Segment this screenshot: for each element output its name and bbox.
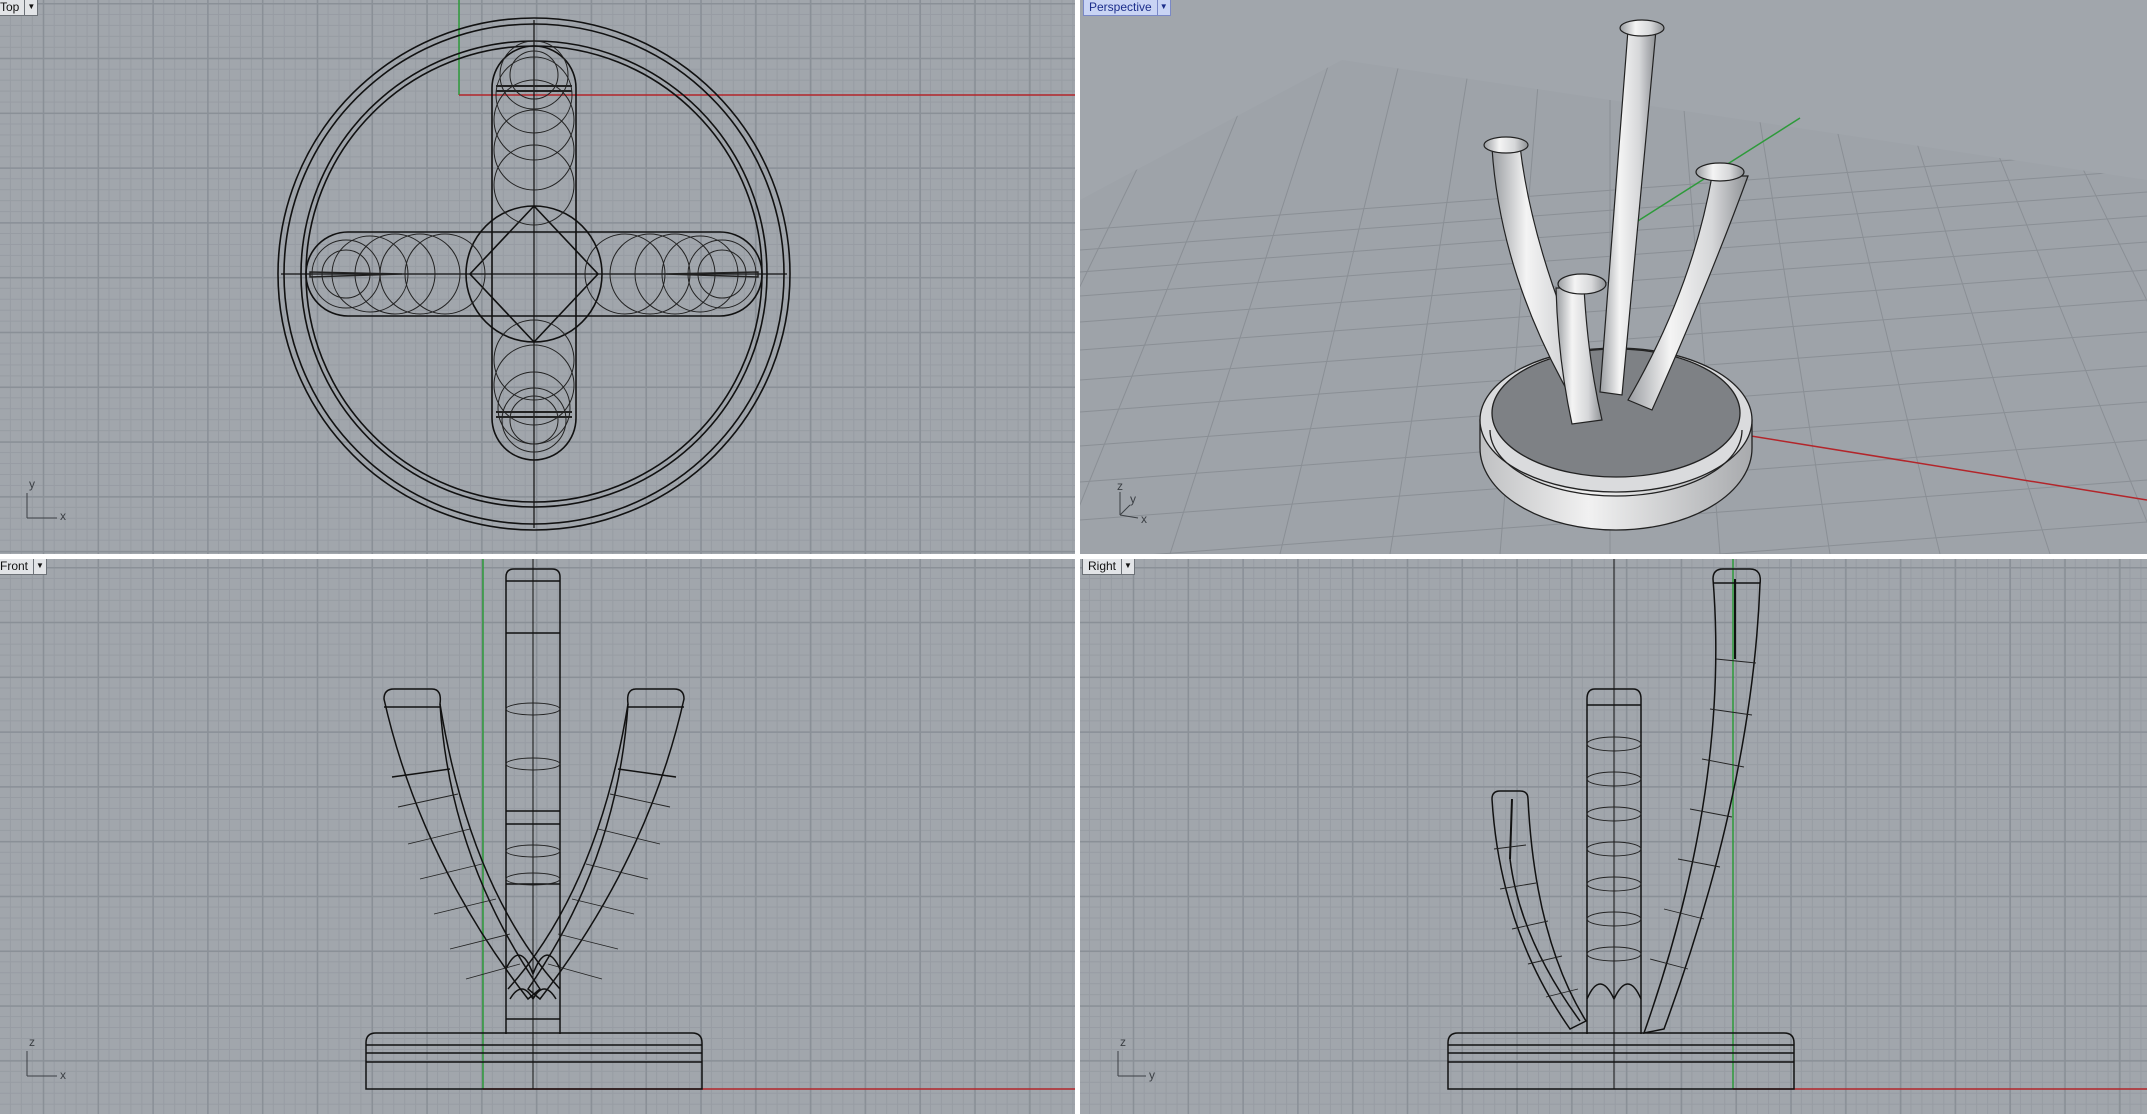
viewport-tab-top[interactable]: Top ▼ [0, 0, 39, 16]
viewport-right[interactable]: z y Right ▼ [1080, 559, 2147, 1114]
viewport-top[interactable]: y x Top ▼ [0, 0, 1075, 554]
top-axis-y-label: y [29, 477, 35, 491]
right-axis-icon [1117, 1051, 1146, 1077]
viewport-title-top: Top [0, 0, 20, 14]
perspective-axis-z-label: z [1117, 479, 1123, 493]
viewport-tab-perspective[interactable]: Perspective ▼ [1083, 0, 1171, 16]
perspective-view-drawing: z y x [1080, 19, 2147, 554]
chevron-down-icon[interactable]: ▼ [24, 0, 37, 15]
viewport-tab-right[interactable]: Right ▼ [1082, 559, 1136, 575]
perspective-axis-x-label: x [1141, 512, 1147, 526]
perspective-axis-y-label: y [1130, 492, 1136, 506]
viewport-front[interactable]: z x Front ▼ [0, 559, 1075, 1114]
front-axis-x-label: x [60, 1068, 66, 1082]
viewport-title-right: Right [1088, 559, 1117, 573]
front-axis-z-label: z [29, 1035, 35, 1049]
top-axis-x-label: x [60, 509, 66, 523]
stand-right-sections [1493, 658, 1757, 998]
chevron-down-icon[interactable]: ▼ [1121, 559, 1134, 574]
top-axis-icon [26, 493, 57, 519]
chevron-down-icon[interactable]: ▼ [33, 559, 46, 574]
viewport-title-front: Front [0, 559, 29, 573]
viewport-title-perspective: Perspective [1089, 0, 1152, 14]
front-axis-icon [26, 1051, 57, 1077]
viewport-tab-front[interactable]: Front ▼ [0, 559, 48, 575]
right-axis-z-label: z [1120, 1035, 1126, 1049]
stand-right-outline [1447, 559, 1795, 1090]
chevron-down-icon[interactable]: ▼ [1156, 0, 1170, 15]
viewport-perspective[interactable]: z y x Perspective ▼ [1080, 0, 2147, 554]
right-axis-y-label: y [1149, 1068, 1155, 1082]
front-view-drawing: z x [26, 559, 1075, 1090]
stand-front-outline [365, 559, 703, 1090]
right-view-drawing: z y [1117, 559, 2147, 1090]
stand-front-sections [397, 702, 671, 980]
top-view-drawing: y x [26, 0, 1075, 531]
